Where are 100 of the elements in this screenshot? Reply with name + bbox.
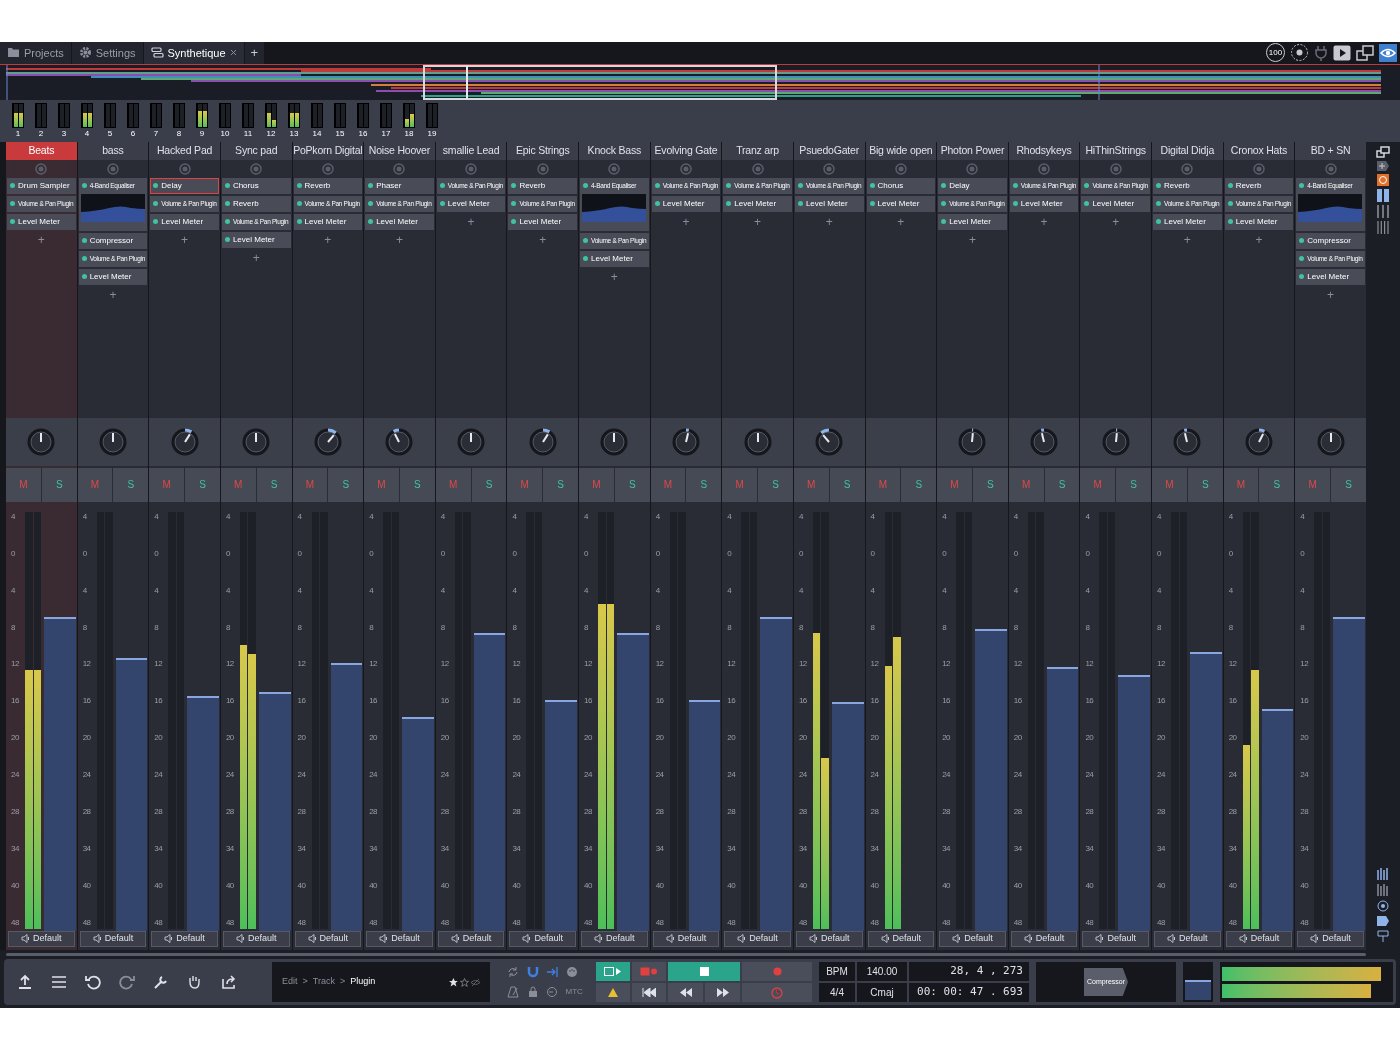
add-plugin-button[interactable]: + <box>893 213 909 230</box>
tab[interactable]: Projects <box>0 42 71 64</box>
plugin-slot[interactable]: Reverb <box>221 195 291 212</box>
add-plugin-button[interactable]: + <box>1323 286 1339 303</box>
solo-button[interactable]: S <box>185 467 220 502</box>
output-button[interactable]: Default <box>1225 930 1293 947</box>
plugin-slot[interactable]: Level Meter <box>436 195 506 212</box>
scale-label: 40 <box>1085 880 1095 890</box>
output-button[interactable]: Default <box>1297 930 1364 947</box>
solo-button[interactable]: S <box>543 467 578 502</box>
output-button[interactable]: Default <box>294 930 362 947</box>
add-plugin-button[interactable]: + <box>1108 213 1124 230</box>
output-button[interactable]: Default <box>1010 930 1078 947</box>
add-plugin-button[interactable]: + <box>535 231 551 248</box>
add-plugin-button[interactable]: + <box>248 249 264 266</box>
add-plugin-button[interactable]: + <box>463 213 479 230</box>
plugin-slot[interactable]: Level Meter <box>866 195 936 212</box>
plugin-slot[interactable]: Drum Sampler <box>7 177 76 194</box>
add-plugin-button[interactable]: + <box>1251 231 1267 248</box>
plugin-slot[interactable]: Level Meter <box>1081 195 1150 212</box>
output-button[interactable]: Default <box>795 930 863 947</box>
output-button[interactable]: Default <box>8 930 75 947</box>
output-button[interactable]: Default <box>724 930 791 947</box>
solo-button[interactable]: S <box>1259 467 1295 502</box>
breadcrumb-item[interactable]: Track <box>312 975 335 989</box>
solo-button[interactable]: S <box>328 467 364 502</box>
add-plugin-button[interactable]: + <box>750 213 766 230</box>
plugin-slot[interactable]: Reverb <box>293 177 363 194</box>
add-plugin-button[interactable]: + <box>320 231 336 248</box>
plugin-slot[interactable]: Level Meter <box>1224 213 1294 230</box>
plugin-slot[interactable]: Delay <box>938 177 1007 194</box>
plugin-slot[interactable]: Level Meter <box>580 250 649 267</box>
solo-button[interactable]: S <box>399 467 435 502</box>
output-button[interactable]: Default <box>1082 930 1149 947</box>
solo-button[interactable]: S <box>686 467 722 502</box>
output-button[interactable]: Default <box>1154 930 1221 947</box>
output-button[interactable]: Default <box>867 930 935 947</box>
add-plugin-button[interactable]: + <box>391 231 407 248</box>
output-button[interactable]: Default <box>222 930 290 947</box>
plugin-slot[interactable]: Level Meter <box>723 195 792 212</box>
add-plugin-button[interactable]: + <box>105 286 121 303</box>
breadcrumb-item[interactable]: Edit <box>282 975 298 989</box>
output-button[interactable]: Default <box>509 930 576 947</box>
plugin-slot[interactable]: Chorus <box>866 177 936 194</box>
plugin-slot[interactable]: Level Meter <box>508 213 577 230</box>
plugin-slot[interactable]: Reverb <box>1153 177 1222 194</box>
add-plugin-button[interactable]: + <box>177 231 193 248</box>
plugin-slot[interactable]: Compressor <box>1296 232 1365 249</box>
add-plugin-button[interactable]: + <box>606 268 622 285</box>
add-plugin-button[interactable]: + <box>821 213 837 230</box>
plugin-slot[interactable]: Compressor <box>78 232 148 249</box>
add-plugin-button[interactable]: + <box>1036 213 1052 230</box>
plugin-slot[interactable]: Level Meter <box>293 213 363 230</box>
add-plugin-button[interactable]: + <box>678 213 694 230</box>
key-signature[interactable]: Cmaj <box>857 983 907 1002</box>
solo-button[interactable]: S <box>113 467 149 502</box>
plugin-slot[interactable]: Reverb <box>1224 177 1294 194</box>
plugin-slot[interactable]: Level Meter <box>938 213 1007 230</box>
plugin-slot[interactable]: Level Meter <box>794 195 864 212</box>
time-signature[interactable]: 4/4 <box>819 983 855 1002</box>
plugin-slot[interactable]: Level Meter <box>1009 195 1079 212</box>
output-button[interactable]: Default <box>437 930 505 947</box>
solo-button[interactable]: S <box>41 467 77 502</box>
output-button[interactable]: Default <box>939 930 1006 947</box>
output-button[interactable]: Default <box>79 930 147 947</box>
solo-button[interactable]: S <box>471 467 507 502</box>
solo-button[interactable]: S <box>901 467 937 502</box>
add-plugin-button[interactable]: + <box>964 231 980 248</box>
plugin-slot[interactable]: Level Meter <box>7 213 76 230</box>
add-plugin-button[interactable]: + <box>33 231 49 248</box>
tempo-value[interactable]: 140.00 <box>857 962 907 982</box>
plugin-slot[interactable]: Level Meter <box>1153 213 1222 230</box>
solo-button[interactable]: S <box>829 467 865 502</box>
output-button[interactable]: Default <box>151 930 218 947</box>
plugin-slot[interactable]: Level Meter <box>78 268 148 285</box>
output-button[interactable]: Default <box>652 930 720 947</box>
solo-button[interactable]: S <box>1187 467 1223 502</box>
tab[interactable]: Synthetique <box>143 42 244 64</box>
new-tab-button[interactable]: + <box>244 42 265 64</box>
solo-button[interactable]: S <box>972 467 1008 502</box>
plugin-slot[interactable]: Level Meter <box>651 195 721 212</box>
solo-button[interactable]: S <box>758 467 793 502</box>
add-plugin-button[interactable]: + <box>1179 231 1195 248</box>
plugin-slot[interactable]: Level Meter <box>365 213 434 230</box>
plugin-slot[interactable]: Reverb <box>508 177 577 194</box>
plugin-slot[interactable]: Level Meter <box>1296 268 1365 285</box>
plugin-slot[interactable]: Level Meter <box>150 213 219 230</box>
output-button[interactable]: Default <box>366 930 433 947</box>
output-button[interactable]: Default <box>581 930 648 947</box>
plugin-slot[interactable]: Level Meter <box>221 231 291 248</box>
plugin-slot[interactable]: Delay <box>150 177 219 194</box>
breadcrumb-item[interactable]: Plugin <box>350 975 376 989</box>
solo-button[interactable]: S <box>1331 467 1366 502</box>
plugin-slot[interactable]: Chorus <box>221 177 291 194</box>
solo-button[interactable]: S <box>256 467 292 502</box>
solo-button[interactable]: S <box>1116 467 1151 502</box>
plugin-slot[interactable]: Phaser <box>365 177 434 194</box>
solo-button[interactable]: S <box>614 467 650 502</box>
solo-button[interactable]: S <box>1044 467 1080 502</box>
tab[interactable]: Settings <box>71 42 143 64</box>
